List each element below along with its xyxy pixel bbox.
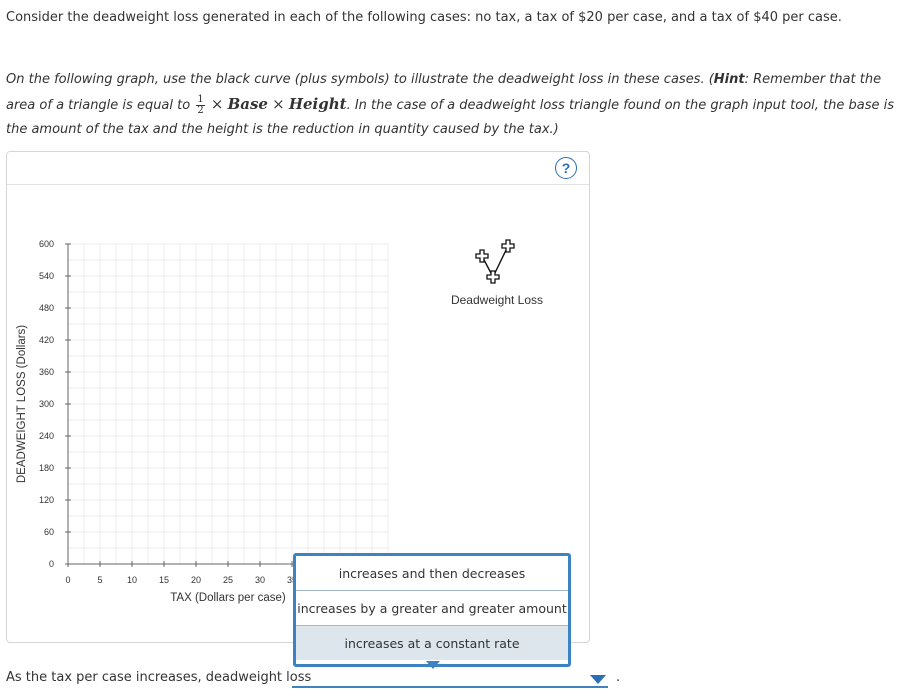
y-axis-ticks: 0 60 120 180 240 300 360 420 480 540 600: [39, 239, 71, 569]
instructions-part1: On the following graph, use the black cu…: [6, 72, 714, 87]
plus-marker-icon[interactable]: [501, 239, 515, 253]
times-symbol: ×: [210, 95, 224, 113]
dropdown-option-constant-rate[interactable]: increases at a constant rate: [296, 626, 568, 660]
y-tick-label: 60: [44, 527, 54, 537]
plus-marker-icon[interactable]: [475, 249, 489, 263]
one-half-fraction: 12: [196, 95, 205, 116]
y-tick-label: 180: [39, 463, 54, 473]
y-tick-label: 420: [39, 335, 54, 345]
x-tick-label: 15: [159, 575, 169, 585]
answer-dropdown-menu: increases and then decreases increases b…: [293, 553, 571, 667]
plus-marker-icon[interactable]: [486, 270, 500, 284]
x-axis-title: TAX (Dollars per case): [170, 592, 286, 604]
dropdown-option-increasing-amount[interactable]: increases by a greater and greater amoun…: [296, 591, 568, 626]
dropdown-pointer-icon: [426, 661, 440, 669]
y-tick-label: 0: [49, 559, 54, 569]
deadweight-loss-tool[interactable]: [475, 239, 515, 284]
answer-select[interactable]: [292, 673, 608, 688]
question-sentence: As the tax per case increases, deadweigh…: [6, 670, 312, 685]
x-tick-label: 10: [127, 575, 137, 585]
x-tick-label: 30: [255, 575, 265, 585]
y-tick-label: 240: [39, 431, 54, 441]
fraction-denominator: 2: [197, 105, 204, 116]
sentence-period: .: [616, 670, 621, 685]
x-tick-label: 0: [65, 575, 70, 585]
legend-deadweight-loss: Deadweight Loss: [450, 293, 544, 307]
y-tick-label: 300: [39, 399, 54, 409]
times-symbol: ×: [272, 95, 285, 113]
dropdown-option-increases-then-decreases[interactable]: increases and then decreases: [296, 556, 568, 591]
intro-text: Consider the deadweight loss generated i…: [6, 10, 842, 25]
chevron-down-icon[interactable]: [590, 675, 606, 684]
y-tick-label: 360: [39, 367, 54, 377]
y-tick-label: 120: [39, 495, 54, 505]
y-tick-label: 600: [39, 239, 54, 249]
hint-label: Hint: [713, 72, 745, 87]
x-tick-label: 20: [191, 575, 201, 585]
height-term: Height: [288, 95, 347, 113]
y-tick-label: 540: [39, 271, 54, 281]
base-term: Base: [227, 95, 268, 113]
x-tick-label: 25: [223, 575, 233, 585]
x-tick-label: 5: [97, 575, 102, 585]
graph-grid: [67, 243, 389, 565]
y-tick-label: 480: [39, 303, 54, 313]
y-axis-title: DEADWEIGHT LOSS (Dollars): [16, 325, 28, 483]
instructions-text: On the following graph, use the black cu…: [6, 68, 898, 142]
